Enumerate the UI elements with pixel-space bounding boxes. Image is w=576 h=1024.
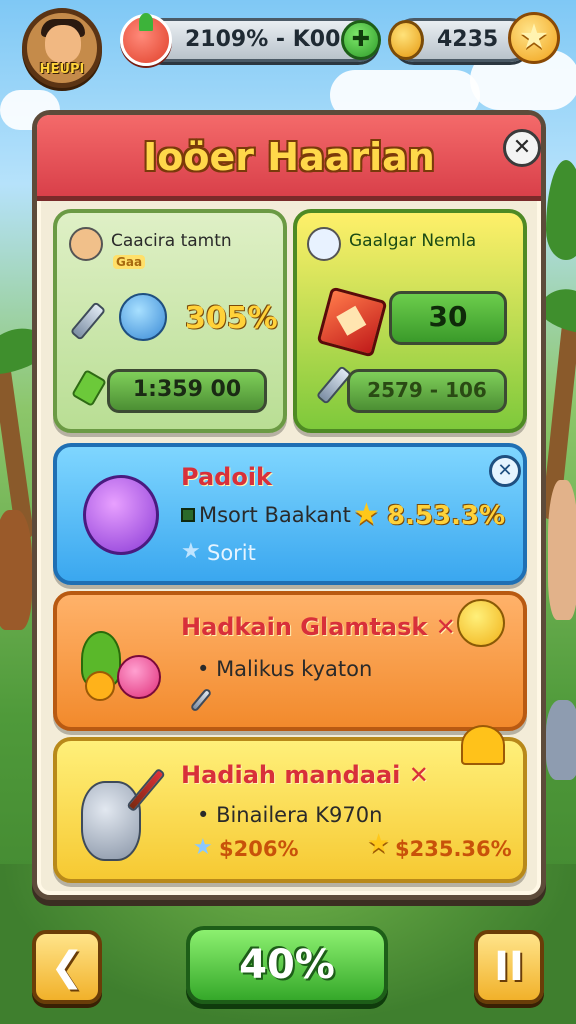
energy-value: 2109% - K00	[185, 27, 341, 52]
gray-cat-icon	[81, 781, 141, 861]
rocket-icon	[69, 301, 107, 341]
pause-icon: II	[494, 944, 524, 990]
quest-1-percent: 8.53.3%	[387, 501, 506, 531]
energy-plus-button[interactable]: ✚	[341, 20, 381, 60]
player-name: HEUPI	[39, 62, 85, 77]
star-icon: ★	[181, 539, 201, 564]
blue-monster-icon	[119, 293, 167, 341]
stat-right-button-value: 30	[428, 300, 468, 333]
quest-2-title: Hadkain Glamtask ✕	[181, 613, 456, 641]
pink-monster-icon	[117, 655, 161, 699]
player-avatar[interactable]: HEUPI	[22, 8, 102, 88]
bullet-icon: •	[197, 803, 217, 827]
stat-left-tag: Gaa	[113, 255, 146, 269]
plus-icon: ✚	[351, 27, 371, 52]
quest-panel: Ioöer Haarian ✕ Caacira tamtn Gaa 305% 1…	[32, 110, 546, 900]
quest-1-line1-text: Msort Baakant	[199, 503, 351, 527]
quest-1-line2: Sorit	[207, 541, 256, 565]
star-icon: ★	[193, 835, 213, 860]
progress-button[interactable]: 40%	[186, 926, 388, 1004]
quest-card-1[interactable]: Padoik Msort Baakant ★ 8.53.3% ★ Sorit ✕	[53, 443, 527, 585]
palm-leaf	[546, 160, 576, 260]
stat-right-range-text: 2579 - 106	[367, 378, 487, 402]
star-icon: ★	[367, 829, 391, 859]
stat-right-name: Gaalgar Nemla	[349, 231, 477, 251]
quest-card-3[interactable]: Hadiah mandaai ✕ • Binailera K970n ★ $20…	[53, 725, 527, 883]
stat-left-percent: 305%	[185, 301, 278, 336]
ghost-avatar-icon	[307, 227, 341, 261]
orange-slice-icon	[461, 725, 505, 765]
panel-title: Ioöer Haarian	[143, 135, 435, 179]
close-icon: ✕	[497, 460, 513, 481]
checkbox-icon	[181, 508, 195, 522]
stat-right-button[interactable]: 30	[389, 291, 507, 345]
star-icon: ★	[518, 17, 550, 57]
bear-character	[0, 510, 32, 630]
elephant-character	[546, 700, 576, 780]
stat-left-timer: 1:359 00	[107, 369, 267, 413]
quest-3-title: Hadiah mandaai ✕	[181, 761, 429, 789]
quest-3-line1-text: Binailera K970n	[216, 803, 383, 827]
star-icon: ★	[353, 497, 380, 532]
bullet-icon: •	[197, 657, 217, 681]
green-gem-icon	[71, 369, 107, 407]
pause-button[interactable]: II	[474, 930, 544, 1004]
yellow-chick-icon	[457, 599, 505, 647]
energy-gem-icon	[120, 13, 172, 66]
quest-2-line1-text: Malikus kyaton	[216, 657, 373, 681]
quest-2-line1: • Malikus kyaton	[197, 657, 372, 681]
progress-label: 40%	[239, 942, 335, 988]
panel-close-button[interactable]: ✕	[503, 129, 541, 167]
girl-character	[548, 480, 576, 620]
red-gem-icon	[316, 286, 388, 358]
quest-1-title: Padoik	[181, 463, 272, 491]
close-icon: ✕	[512, 135, 532, 160]
feather-icon	[189, 687, 213, 713]
character-avatar-icon	[69, 227, 103, 261]
coins-value: 4235	[437, 27, 499, 52]
quest-3-reward-right: $235.36%	[395, 837, 512, 861]
back-button[interactable]: ❮	[32, 930, 102, 1004]
back-arrow-icon: ❮	[50, 944, 84, 990]
stat-right-range: 2579 - 106	[347, 369, 507, 413]
stat-left-timer-text: 1:359 00	[132, 377, 242, 402]
quest-card-2[interactable]: Hadkain Glamtask ✕ • Malikus kyaton	[53, 591, 527, 731]
star-button[interactable]: ★	[508, 12, 560, 64]
quest-3-line1: • Binailera K970n	[197, 803, 382, 827]
avatar-face	[45, 25, 81, 63]
coin-icon	[388, 20, 424, 60]
quest-1-close-button[interactable]: ✕	[489, 455, 521, 487]
stat-left-name: Caacira tamtn	[111, 231, 232, 251]
quest-1-line1: Msort Baakant	[181, 503, 351, 527]
purple-cat-icon	[83, 475, 159, 555]
stat-card-right[interactable]: Gaalgar Nemla 30 2579 - 106	[293, 209, 527, 433]
orange-slice-icon	[85, 671, 115, 701]
quest-3-reward-left: $206%	[219, 837, 299, 861]
panel-header: Ioöer Haarian	[37, 115, 541, 201]
stat-card-left[interactable]: Caacira tamtn Gaa 305% 1:359 00	[53, 209, 287, 433]
